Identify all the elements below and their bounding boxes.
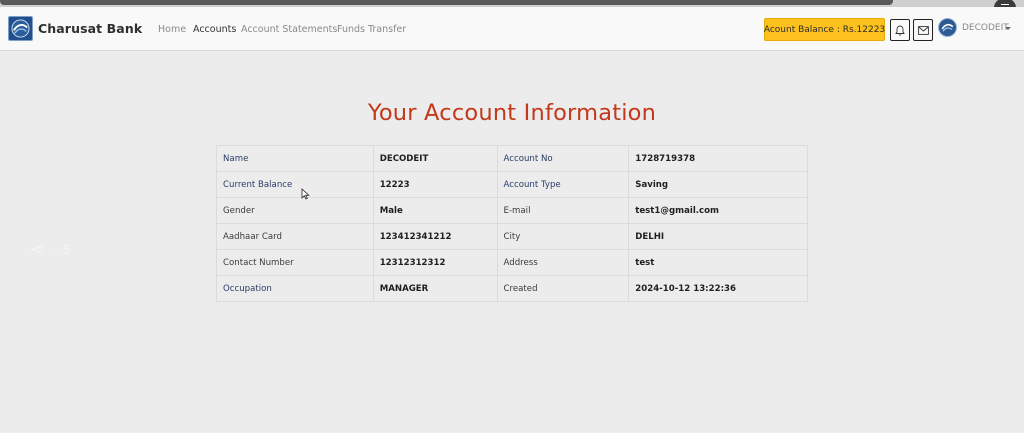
mouse-cursor-icon [301,188,310,200]
current-balance-label: Current Balance [216,171,374,198]
table-row: Aadhaar Card 123412341212 City DELHI [216,223,808,250]
account-info-table: Name DECODEIT Account No 1728719378 Curr… [216,145,808,302]
aadhaar-card-label: Aadhaar Card [216,223,374,250]
overlay-count: - 5 [55,243,71,257]
current-balance-value: 12223 [372,171,498,198]
created-label: Created [496,275,630,302]
city-value: DELHI [628,223,808,250]
gender-value: Male [372,197,498,224]
city-label: City [496,223,630,250]
mail-icon [917,25,929,35]
table-row: Gender Male E-mail test1@gmail.com [216,197,808,224]
contact-number-value: 12312312312 [372,249,498,276]
notifications-button[interactable] [890,19,910,41]
created-value: 2024-10-12 13:22:36 [628,275,808,302]
name-label: Name [216,145,374,172]
caret-down-icon[interactable] [1005,27,1011,30]
nav-funds-transfer[interactable]: Funds Transfer [337,24,406,35]
account-type-value: Saving [628,171,808,198]
user-menu-name[interactable]: DECODEIT [962,23,1009,33]
account-type-label: Account Type [496,171,630,198]
contact-number-label: Contact Number [216,249,374,276]
bank-logo-icon[interactable] [8,16,33,41]
address-label: Address [496,249,630,276]
horizontal-scrollbar[interactable] [0,0,893,5]
page-title: Your Account Information [367,100,657,126]
aadhaar-card-value: 123412341212 [372,223,498,250]
table-row: Contact Number 12312312312 Address test [216,249,808,276]
browser-top-strip [0,0,1024,7]
user-avatar[interactable] [938,18,957,37]
gender-label: Gender [216,197,374,224]
table-row: Name DECODEIT Account No 1728719378 [216,145,808,172]
messages-button[interactable] [913,19,933,41]
email-value: test1@gmail.com [628,197,808,224]
chevron-left-icon[interactable]: < [30,240,44,260]
nav-accounts[interactable]: Accounts [193,24,236,35]
account-no-value: 1728719378 [628,145,808,172]
top-navbar: Charusat Bank Home Accounts Account Stat… [0,7,1024,51]
nav-home[interactable]: Home [158,24,186,35]
address-value: test [628,249,808,276]
occupation-value: MANAGER [372,275,498,302]
table-row: Occupation MANAGER Created 2024-10-12 13… [216,275,808,302]
account-balance-button[interactable]: Acount Balance : Rs.12223 [764,18,885,41]
nav-account-statements[interactable]: Account Statements [241,24,337,35]
bell-icon [895,25,905,36]
account-no-label: Account No [496,145,630,172]
name-value: DECODEIT [372,145,498,172]
email-label: E-mail [496,197,630,224]
brand-name[interactable]: Charusat Bank [38,21,142,36]
occupation-label: Occupation [216,275,374,302]
